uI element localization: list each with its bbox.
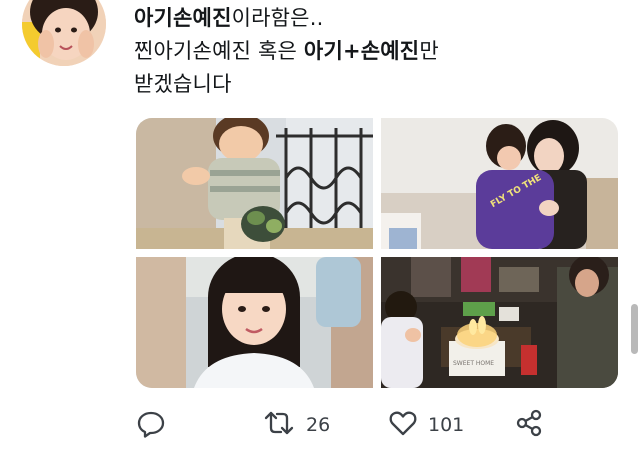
cake-box-text: SWEET HOME bbox=[453, 360, 494, 367]
photo-girl-purple-hoodie[interactable]: FLY TO THE bbox=[381, 118, 618, 249]
photo-toddler-balcony[interactable] bbox=[136, 118, 373, 249]
tweet-line-2-start: 찐아기손예진 혹은 bbox=[134, 39, 304, 63]
photo-birthday-cake[interactable]: SWEET HOME bbox=[381, 257, 618, 388]
like-button[interactable]: 101 bbox=[388, 408, 464, 442]
retweet-icon bbox=[262, 408, 296, 442]
retweet-button[interactable]: 26 bbox=[262, 408, 330, 442]
share-icon bbox=[514, 408, 544, 442]
share-button[interactable] bbox=[514, 408, 544, 442]
tweet-line-3: 받겠습니다 bbox=[134, 72, 232, 96]
avatar[interactable] bbox=[22, 0, 106, 66]
tweet-text: 아기손예진이라함은.. 찐아기손예진 혹은 아기+손예진만 받겠습니다 bbox=[134, 2, 614, 101]
scrollbar-thumb[interactable] bbox=[631, 304, 638, 354]
tweet-line-1-rest: 이라함은.. bbox=[231, 6, 324, 30]
reply-button[interactable] bbox=[136, 408, 166, 442]
tweet-actions: 26 101 bbox=[0, 400, 640, 450]
reply-icon bbox=[136, 408, 166, 442]
tweet-card: 아기손예진이라함은.. 찐아기손예진 혹은 아기+손예진만 받겠습니다 FLY … bbox=[0, 0, 640, 457]
tweet-bold-phrase: 아기+손예진 bbox=[303, 39, 420, 63]
like-count: 101 bbox=[428, 414, 465, 436]
photo-young-girl-smiling[interactable] bbox=[136, 257, 373, 388]
tweet-line-2-end: 만 bbox=[419, 39, 439, 63]
heart-icon bbox=[388, 408, 418, 442]
media-grid: FLY TO THE SWEET HOME bbox=[136, 118, 618, 388]
tweet-line-2: 찐아기손예진 혹은 아기+손예진만 bbox=[134, 35, 614, 68]
tweet-bold-name: 아기손예진 bbox=[134, 6, 232, 30]
retweet-count: 26 bbox=[306, 414, 331, 436]
tweet-line-1: 아기손예진이라함은.. bbox=[134, 2, 614, 35]
